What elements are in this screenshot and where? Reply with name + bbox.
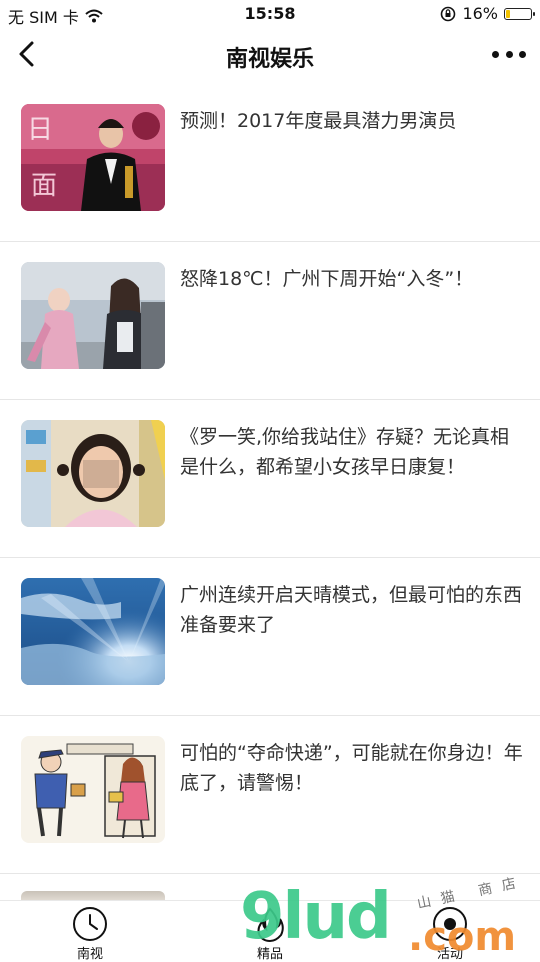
dot — [492, 50, 499, 58]
article-title: 广州连续开启天晴模式，但最可怕的东西准备要来了 — [180, 584, 523, 636]
tab-nanshi[interactable]: 南视 — [50, 905, 130, 962]
svg-text:面: 面 — [31, 171, 57, 201]
article-thumbnail — [21, 578, 165, 685]
list-item[interactable]: 怒降18℃！广州下周开始“入冬”！ — [0, 242, 540, 400]
article-thumbnail — [21, 736, 165, 843]
status-right: 16% — [440, 4, 535, 23]
article-title: 预测！2017年度最具潜力男演员 — [180, 110, 457, 132]
more-dots-icon[interactable] — [492, 42, 526, 66]
target-icon — [433, 907, 467, 941]
svg-text:日: 日 — [27, 115, 53, 145]
list-item[interactable]: 广州连续开启天晴模式，但最可怕的东西准备要来了 — [0, 558, 540, 716]
tab-huodong[interactable]: 活动 — [410, 905, 490, 962]
nav-bar: 南视娱乐 — [0, 28, 540, 84]
tab-jingpin[interactable]: 精品 — [230, 905, 310, 962]
battery-fill — [506, 9, 510, 18]
status-bar: 无 SIM 卡 15:58 16% — [0, 0, 540, 28]
battery-percent: 16% — [462, 4, 498, 23]
page-title: 南视娱乐 — [225, 47, 314, 72]
clock-icon — [73, 907, 107, 941]
rotation-lock-icon — [441, 6, 456, 21]
article-thumbnail: 日 面 — [21, 104, 165, 211]
battery-icon — [504, 7, 535, 20]
dot — [519, 50, 526, 58]
article-thumbnail — [21, 420, 165, 527]
dot — [505, 50, 513, 58]
tab-bar: 南视 精品 活动 — [0, 900, 540, 962]
list-item[interactable]: 日 面 预测！2017年度最具潜力男演员 — [0, 84, 540, 242]
article-title: 怒降18℃！广州下周开始“入冬”！ — [180, 268, 474, 290]
list-item[interactable]: 《罗一笑,你给我站住》存疑？无论真相是什么，都希望小女孩早日康复！ — [0, 400, 540, 558]
article-list: 日 面 预测！2017年度最具潜力男演员 怒降18℃！广州下周开始“入冬”！ 《… — [0, 84, 540, 874]
article-thumbnail — [21, 262, 165, 369]
flame-icon — [257, 907, 284, 943]
list-item[interactable]: 可怕的“夺命快递”，可能就在你身边！年底了，请警惕！ — [0, 716, 540, 874]
article-title: 《罗一笑,你给我站住》存疑？无论真相是什么，都希望小女孩早日康复！ — [180, 426, 510, 478]
article-title: 可怕的“夺命快递”，可能就在你身边！年底了，请警惕！ — [180, 742, 523, 794]
